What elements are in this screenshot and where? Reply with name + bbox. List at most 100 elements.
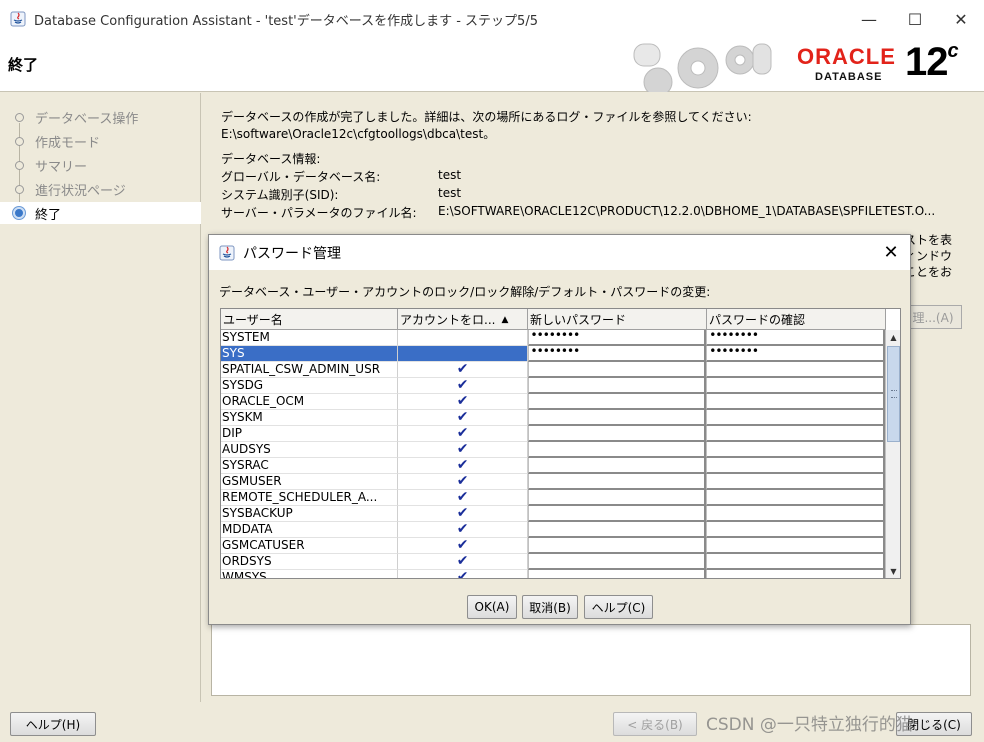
table-row[interactable]: WMSYS ✔ — [221, 570, 885, 578]
username-cell[interactable]: SYSDG — [221, 378, 398, 394]
new-password-field[interactable] — [527, 538, 707, 554]
new-password-field[interactable] — [527, 506, 707, 522]
nav-item-database-operation[interactable]: データベース操作 — [0, 106, 201, 128]
username-cell[interactable]: SYSRAC — [221, 458, 398, 474]
confirm-password-field[interactable] — [706, 410, 885, 426]
lock-checkbox-cell[interactable] — [397, 330, 528, 346]
confirm-password-field[interactable] — [706, 490, 885, 506]
maximize-button[interactable]: ☐ — [892, 0, 938, 38]
username-cell[interactable]: DIP — [221, 426, 398, 442]
new-password-field[interactable] — [527, 522, 707, 538]
close-window-button[interactable]: ✕ — [938, 0, 984, 38]
table-row[interactable]: GSMUSER ✔ — [221, 474, 885, 490]
table-row[interactable]: SYSDG ✔ — [221, 378, 885, 394]
new-password-field[interactable] — [527, 362, 707, 378]
username-cell[interactable]: WMSYS — [221, 570, 398, 578]
lock-checkbox-cell[interactable]: ✔ — [397, 458, 528, 474]
lock-checkbox-cell[interactable]: ✔ — [397, 474, 528, 490]
column-header-lock[interactable]: アカウントをロ... ▲ — [398, 309, 528, 330]
username-cell[interactable]: MDDATA — [221, 522, 398, 538]
lock-checkbox-cell[interactable]: ✔ — [397, 490, 528, 506]
help-button[interactable]: ヘルプ(H) — [10, 712, 96, 736]
confirm-password-field[interactable] — [706, 506, 885, 522]
confirm-password-field[interactable] — [706, 378, 885, 394]
new-password-field[interactable] — [527, 474, 707, 490]
confirm-password-field[interactable] — [706, 522, 885, 538]
nav-item-finish[interactable]: 終了 — [0, 202, 201, 224]
column-header-confirm-password[interactable]: パスワードの確認 — [707, 309, 886, 330]
nav-item-progress[interactable]: 進行状況ページ — [0, 178, 201, 200]
username-cell[interactable]: AUDSYS — [221, 442, 398, 458]
lock-checkbox-cell[interactable]: ✔ — [397, 378, 528, 394]
new-password-field[interactable] — [527, 554, 707, 570]
column-header-new-password[interactable]: 新しいパスワード — [528, 309, 707, 330]
back-button[interactable]: < 戻る(B) — [613, 712, 697, 736]
table-row[interactable]: SYSKM ✔ — [221, 410, 885, 426]
table-scrollbar[interactable]: ▲ ▼ — [885, 330, 900, 578]
username-cell[interactable]: SYSKM — [221, 410, 398, 426]
new-password-field[interactable] — [527, 378, 707, 394]
table-row[interactable]: SYS •••••••• •••••••• — [221, 346, 885, 362]
column-header-username[interactable]: ユーザー名 — [221, 309, 398, 330]
table-row[interactable]: REMOTE_SCHEDULER_A... ✔ — [221, 490, 885, 506]
dialog-close-button[interactable]: ✕ — [880, 241, 902, 263]
table-row[interactable]: SPATIAL_CSW_ADMIN_USR ✔ — [221, 362, 885, 378]
dialog-ok-button[interactable]: OK(A) — [467, 595, 517, 619]
confirm-password-field[interactable] — [706, 554, 885, 570]
username-cell[interactable]: SYSBACKUP — [221, 506, 398, 522]
lock-checkbox-cell[interactable]: ✔ — [397, 554, 528, 570]
new-password-field[interactable] — [527, 570, 707, 578]
lock-checkbox-cell[interactable]: ✔ — [397, 426, 528, 442]
confirm-password-field[interactable] — [706, 442, 885, 458]
username-cell[interactable]: ORACLE_OCM — [221, 394, 398, 410]
confirm-password-field[interactable]: •••••••• — [706, 330, 885, 346]
username-cell[interactable]: REMOTE_SCHEDULER_A... — [221, 490, 398, 506]
username-cell[interactable]: GSMUSER — [221, 474, 398, 490]
new-password-field[interactable] — [527, 394, 707, 410]
lock-checkbox-cell[interactable]: ✔ — [397, 410, 528, 426]
lock-checkbox-cell[interactable]: ✔ — [398, 570, 528, 578]
nav-item-summary[interactable]: サマリー — [0, 154, 201, 176]
confirm-password-field[interactable] — [706, 570, 885, 578]
new-password-field[interactable] — [527, 426, 707, 442]
confirm-password-field[interactable] — [706, 394, 885, 410]
scroll-down-arrow-icon[interactable]: ▼ — [886, 564, 900, 578]
new-password-field[interactable] — [527, 458, 707, 474]
password-management-button[interactable]: 理...(A) — [904, 305, 962, 329]
confirm-password-field[interactable]: •••••••• — [706, 346, 885, 362]
dialog-help-button[interactable]: ヘルプ(C) — [584, 595, 653, 619]
lock-checkbox-cell[interactable]: ✔ — [397, 442, 528, 458]
new-password-field[interactable]: •••••••• — [527, 346, 707, 362]
lock-checkbox-cell[interactable]: ✔ — [397, 522, 528, 538]
table-row[interactable]: MDDATA ✔ — [221, 522, 885, 538]
new-password-field[interactable] — [527, 410, 707, 426]
table-row[interactable]: ORACLE_OCM ✔ — [221, 394, 885, 410]
table-row[interactable]: ORDSYS ✔ — [221, 554, 885, 570]
username-cell[interactable]: ORDSYS — [221, 554, 398, 570]
lock-checkbox-cell[interactable]: ✔ — [397, 394, 528, 410]
scroll-up-arrow-icon[interactable]: ▲ — [886, 330, 900, 344]
confirm-password-field[interactable] — [706, 426, 885, 442]
table-row[interactable]: SYSTEM •••••••• •••••••• — [221, 330, 885, 346]
lock-checkbox-cell[interactable]: ✔ — [397, 362, 528, 378]
minimize-button[interactable]: — — [846, 0, 892, 38]
lock-checkbox-cell[interactable]: ✔ — [397, 538, 528, 554]
scroll-thumb[interactable] — [887, 346, 900, 442]
username-cell[interactable]: SYSTEM — [221, 330, 398, 346]
dialog-cancel-button[interactable]: 取消(B) — [522, 595, 578, 619]
username-cell[interactable]: SPATIAL_CSW_ADMIN_USR — [221, 362, 398, 378]
username-cell[interactable]: GSMCATUSER — [221, 538, 398, 554]
new-password-field[interactable]: •••••••• — [527, 330, 707, 346]
lock-checkbox-cell[interactable]: ✔ — [397, 506, 528, 522]
table-row[interactable]: AUDSYS ✔ — [221, 442, 885, 458]
new-password-field[interactable] — [527, 442, 707, 458]
lock-checkbox-cell[interactable] — [397, 346, 528, 362]
table-row[interactable]: DIP ✔ — [221, 426, 885, 442]
confirm-password-field[interactable] — [706, 538, 885, 554]
confirm-password-field[interactable] — [706, 474, 885, 490]
new-password-field[interactable] — [527, 490, 707, 506]
confirm-password-field[interactable] — [706, 458, 885, 474]
table-row[interactable]: GSMCATUSER ✔ — [221, 538, 885, 554]
username-cell[interactable]: SYS — [221, 346, 398, 362]
nav-item-creation-mode[interactable]: 作成モード — [0, 130, 201, 152]
